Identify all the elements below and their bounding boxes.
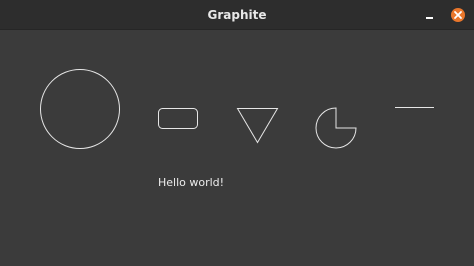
- close-icon: [451, 8, 465, 22]
- app-window: Graphite Hello world!: [0, 0, 474, 266]
- triangle-shape: [236, 108, 279, 144]
- close-button[interactable]: [450, 7, 466, 23]
- shapes-layer: [40, 69, 434, 149]
- hello-text: Hello world!: [158, 176, 225, 189]
- window-title: Graphite: [207, 8, 267, 22]
- rounded-rectangle-shape: [158, 108, 198, 129]
- title-bar[interactable]: Graphite: [0, 0, 474, 30]
- pie-shape: [315, 107, 357, 149]
- minimize-icon: [426, 17, 433, 19]
- drawing-canvas: [0, 30, 474, 266]
- minimize-button[interactable]: [422, 8, 438, 24]
- circle-shape: [40, 69, 120, 149]
